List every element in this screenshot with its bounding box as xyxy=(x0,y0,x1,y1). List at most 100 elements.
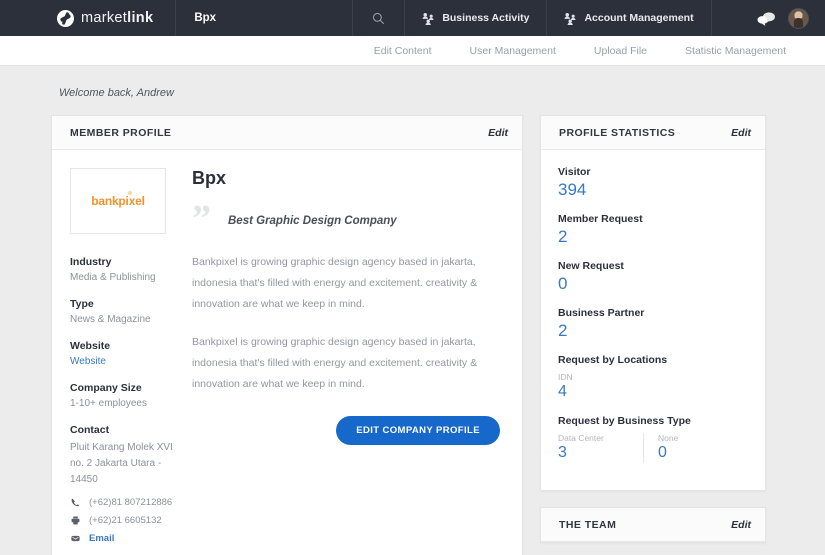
location-item-idn: IDN 4 xyxy=(558,372,643,402)
edit-company-profile-button[interactable]: EDIT COMPANY PROFILE xyxy=(336,416,500,446)
field-industry-value: Media & Publishing xyxy=(70,272,156,283)
stat-member-request: Member Request 2 xyxy=(558,213,765,248)
field-type-value: News & Magazine xyxy=(70,314,151,325)
stat-new-request-label: New Request xyxy=(558,260,624,272)
company-description-paragraph-2: Bankpixel is growing graphic design agen… xyxy=(192,336,478,391)
subnav-item-statistic-management[interactable]: Statistic Management xyxy=(666,45,805,57)
brand-logo-text-light: market xyxy=(81,10,128,26)
subnav-item-upload-file[interactable]: Upload File xyxy=(575,45,666,57)
field-type-label: Type xyxy=(70,298,94,310)
request-by-business-type-items: Data Center 3 None 0 xyxy=(558,433,765,463)
the-team-edit-link[interactable]: Edit xyxy=(731,519,751,531)
stat-visitor-label: Visitor xyxy=(558,166,591,178)
contact-phone-value: (+62)81 807212886 xyxy=(89,497,173,508)
profile-statistics-title: PROFILE STATISTICS xyxy=(559,126,676,139)
user-avatar[interactable] xyxy=(788,7,809,29)
search-button[interactable] xyxy=(353,0,406,36)
brand-logo-text-bold: link xyxy=(127,10,154,26)
org-name-header[interactable]: Bpx xyxy=(176,0,354,36)
stat-new-request-value: 0 xyxy=(558,274,568,293)
member-profile-body: bankpixel Industry Media & Publishing Ty… xyxy=(52,150,522,555)
member-profile-title: MEMBER PROFILE xyxy=(70,126,172,139)
field-type: Type News & Magazine xyxy=(70,298,174,325)
tagline-row: ” Best Graphic Design Company xyxy=(192,198,500,240)
header-right-actions xyxy=(743,0,825,36)
header-left-spacer xyxy=(0,0,57,36)
contact-section: Contact Pluit Karang Molek XVI no. 2 Jak… xyxy=(70,424,174,544)
logo-dot-accent xyxy=(128,190,133,195)
stat-member-request-value: 2 xyxy=(558,227,568,246)
field-company-size-label: Company Size xyxy=(70,382,142,394)
stat-member-request-label: Member Request xyxy=(558,213,643,225)
welcome-message: Welcome back, Andrew xyxy=(59,87,174,99)
chat-bubbles-icon[interactable] xyxy=(757,11,776,26)
printer-fax-icon xyxy=(70,516,81,525)
member-profile-card-header: MEMBER PROFILE Edit xyxy=(52,116,522,150)
stat-new-request: New Request 0 xyxy=(558,260,765,295)
brand-logo[interactable]: marketlink xyxy=(57,0,177,36)
company-logo-box: bankpixel xyxy=(70,168,166,234)
contact-address: Pluit Karang Molek XVI no. 2 Jakarta Uta… xyxy=(70,442,173,485)
nav-item-business-activity[interactable]: Business Activity xyxy=(405,0,548,36)
contact-fax-row: (+62)21 6605132 xyxy=(70,515,174,526)
field-industry: Industry Media & Publishing xyxy=(70,256,174,283)
business-type-item-none: None 0 xyxy=(643,433,728,463)
field-company-size-value: 1-10+ employees xyxy=(70,398,147,409)
subnav-item-user-management[interactable]: User Management xyxy=(451,45,575,57)
secondary-nav-bar: Edit Content User Management Upload File… xyxy=(0,36,825,66)
right-column: PROFILE STATISTICS Edit Visitor 394 Memb… xyxy=(540,115,766,543)
the-team-title: THE TEAM xyxy=(559,518,617,531)
phone-icon xyxy=(70,498,81,507)
stat-visitor-value: 394 xyxy=(558,180,587,199)
email-icon xyxy=(70,534,81,543)
profile-statistics-edit-link[interactable]: Edit xyxy=(731,127,751,139)
field-website-label: Website xyxy=(70,340,111,352)
content-columns: MEMBER PROFILE Edit bankpixel Industry M… xyxy=(51,115,774,555)
subnav-item-edit-content[interactable]: Edit Content xyxy=(355,45,451,57)
stat-business-partner-label: Business Partner xyxy=(558,307,645,319)
people-group-icon xyxy=(565,12,577,25)
profile-statistics-body: Visitor 394 Member Request 2 New Request… xyxy=(541,150,765,490)
company-logo-wordmark: bankpixel xyxy=(91,190,145,208)
stat-request-by-business-type: Request by Business Type Data Center 3 N… xyxy=(558,415,765,463)
company-description-paragraph-1: Bankpixel is growing graphic design agen… xyxy=(192,256,478,311)
field-website: Website Website xyxy=(70,340,174,367)
business-type-item-data-center-value: 3 xyxy=(558,444,567,461)
nav-item-account-management-label: Account Management xyxy=(584,12,694,24)
stat-visitor: Visitor 394 xyxy=(558,166,765,201)
profile-info-column: bankpixel Industry Media & Publishing Ty… xyxy=(52,168,174,555)
request-by-locations-items: IDN 4 xyxy=(558,372,765,402)
contact-label: Contact xyxy=(70,424,110,436)
search-icon xyxy=(373,12,385,24)
contact-email-link[interactable]: Email xyxy=(89,533,114,544)
stat-business-partner-value: 2 xyxy=(558,321,568,340)
location-item-idn-value: 4 xyxy=(558,383,567,400)
nav-item-account-management[interactable]: Account Management xyxy=(547,0,712,36)
field-company-size: Company Size 1-10+ employees xyxy=(70,382,174,409)
field-industry-label: Industry xyxy=(70,256,112,268)
member-profile-card: MEMBER PROFILE Edit bankpixel Industry M… xyxy=(51,115,523,555)
the-team-card: THE TEAM Edit xyxy=(540,507,766,543)
profile-statistics-card: PROFILE STATISTICS Edit Visitor 394 Memb… xyxy=(540,115,766,491)
profile-statistics-card-header: PROFILE STATISTICS Edit xyxy=(541,116,765,150)
brand-logo-text: marketlink xyxy=(81,10,153,26)
stat-request-by-business-type-label: Request by Business Type xyxy=(558,415,691,427)
stat-request-by-locations: Request by Locations IDN 4 xyxy=(558,354,765,402)
stat-business-partner: Business Partner 2 xyxy=(558,307,765,342)
contact-email-row[interactable]: Email xyxy=(70,533,174,544)
company-logo-text: bankpixel xyxy=(91,194,145,208)
company-name-heading: Bpx xyxy=(192,168,227,188)
contact-phone-row: (+62)81 807212886 xyxy=(70,497,174,508)
profile-main-column: Bpx ” Best Graphic Design Company Bankpi… xyxy=(174,168,522,555)
page-content: Welcome back, Andrew MEMBER PROFILE Edit… xyxy=(0,66,825,555)
top-header-bar: marketlink Bpx Business Activity Account… xyxy=(0,0,825,36)
the-team-card-header: THE TEAM Edit xyxy=(541,508,765,542)
member-profile-edit-link[interactable]: Edit xyxy=(488,127,508,139)
field-website-link[interactable]: Website xyxy=(70,356,174,367)
business-type-item-none-value: 0 xyxy=(658,444,667,461)
business-type-item-data-center: Data Center 3 xyxy=(558,433,643,463)
nav-item-business-activity-label: Business Activity xyxy=(442,12,530,24)
marketlink-circle-icon xyxy=(57,9,74,27)
stat-request-by-locations-label: Request by Locations xyxy=(558,354,668,366)
quote-mark-icon: ” xyxy=(192,198,211,240)
